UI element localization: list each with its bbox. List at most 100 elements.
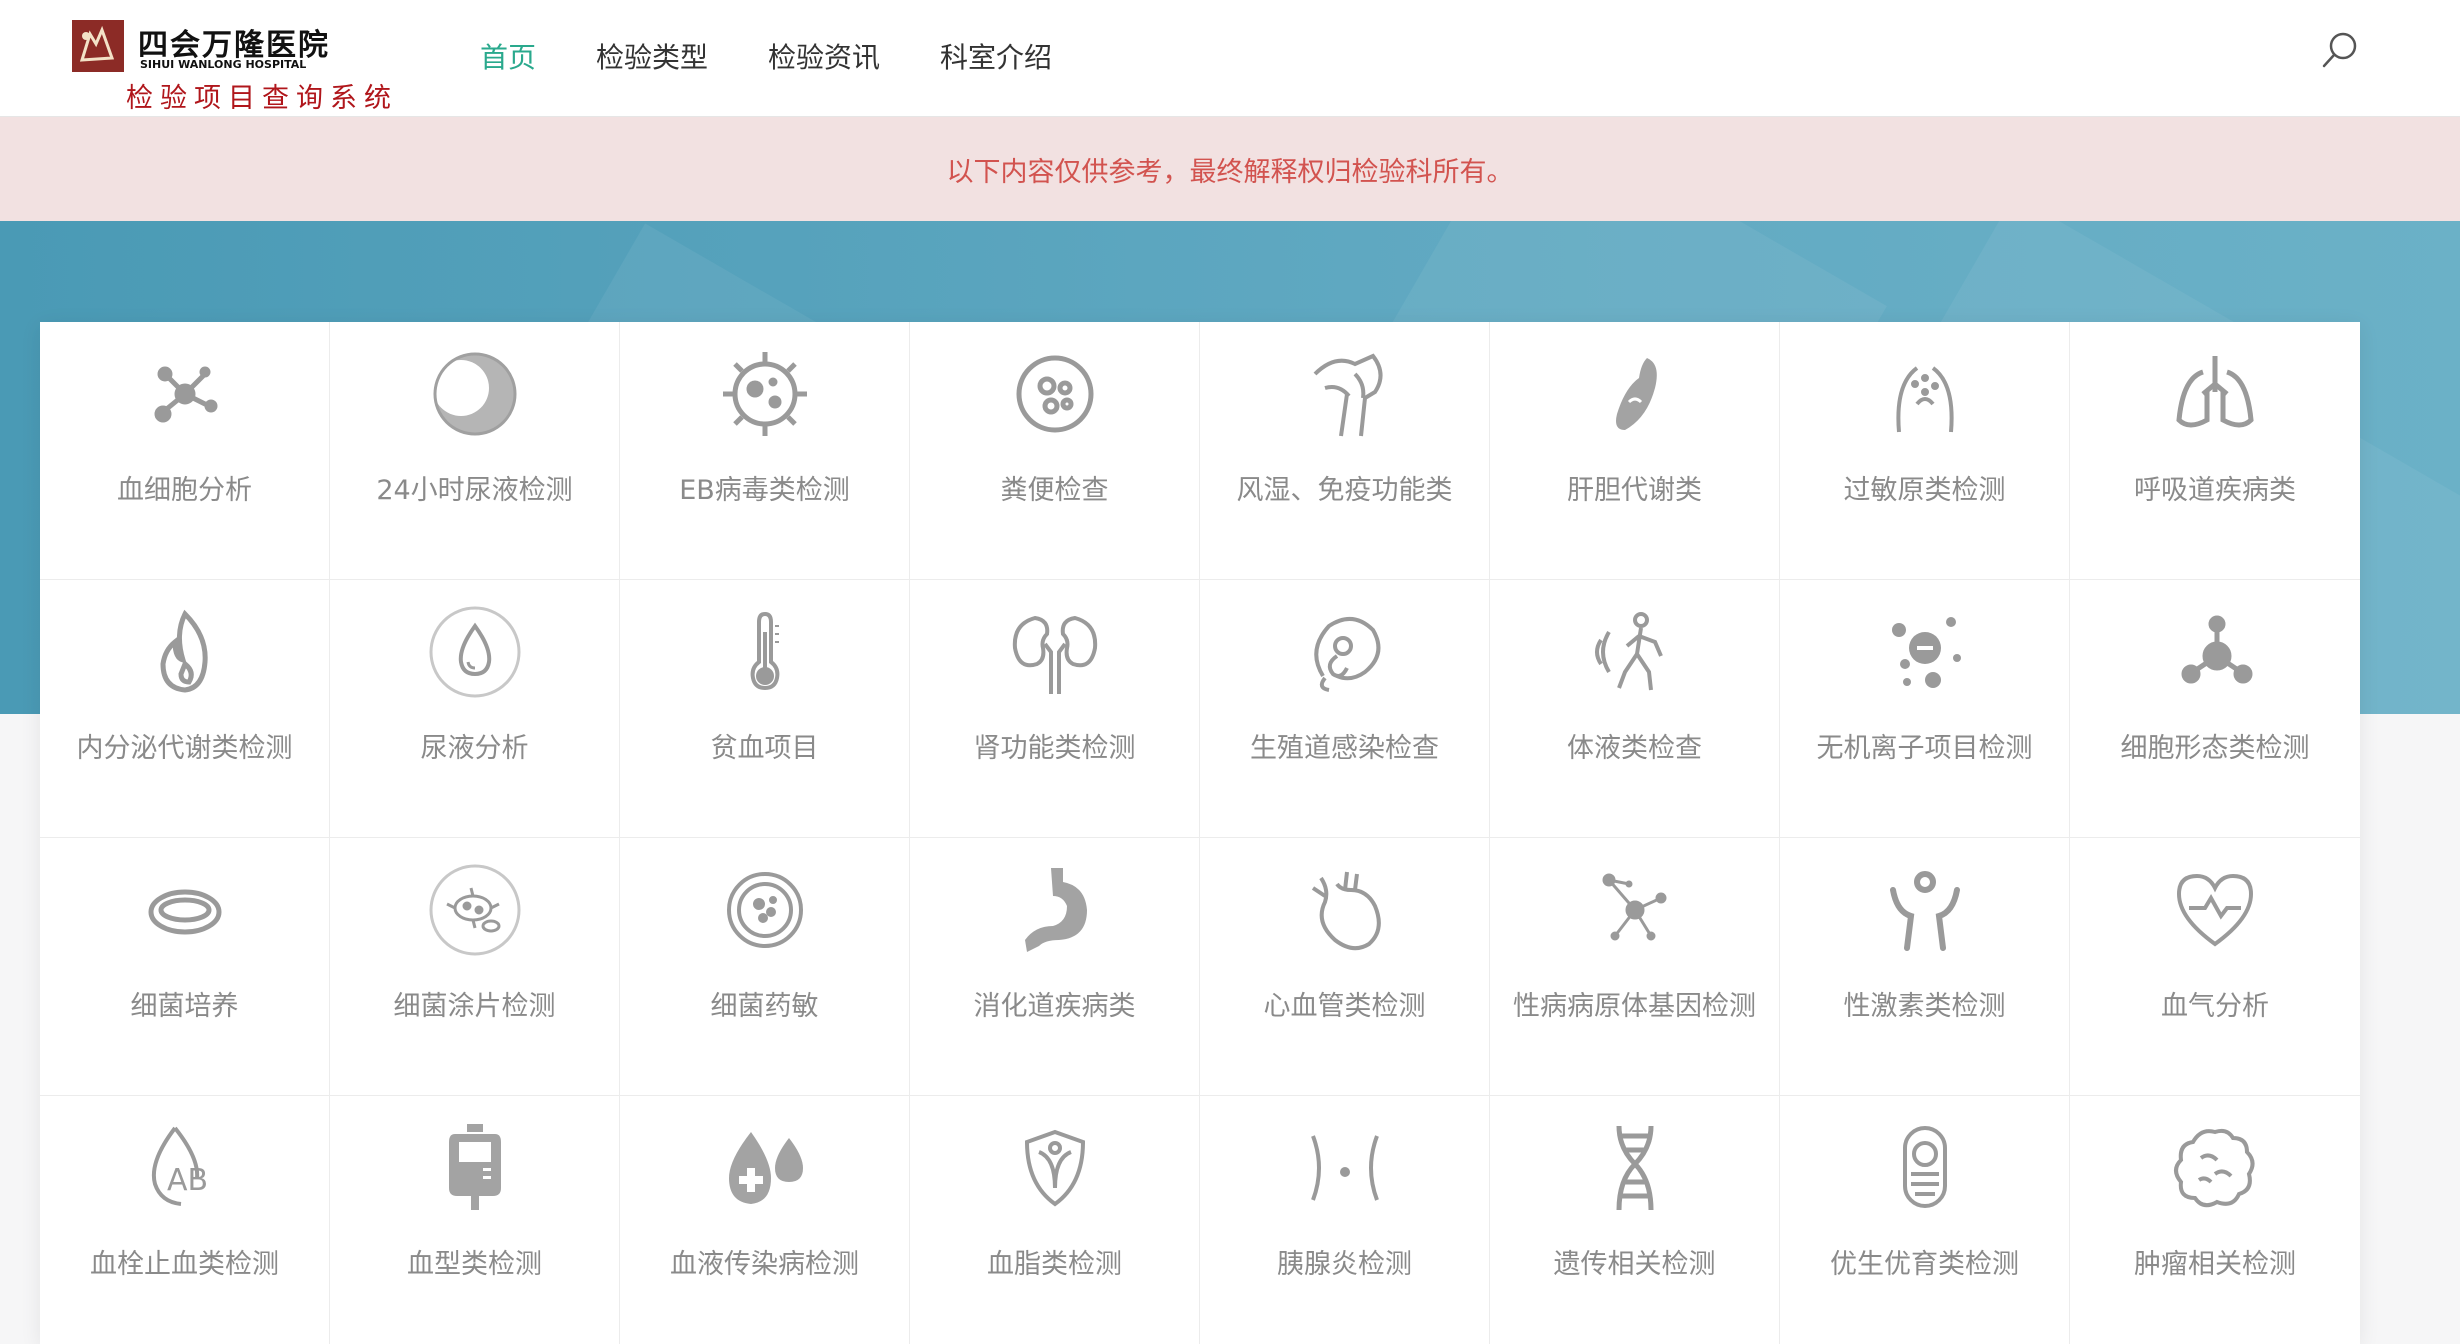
blood-type-ab-icon: AB <box>135 1118 235 1218</box>
category-item[interactable]: 优生优育类检测 <box>1780 1096 2070 1344</box>
kidney-icon <box>1005 602 1105 702</box>
tumor-icon <box>2165 1118 2265 1218</box>
body-fluid-icon <box>1585 602 1685 702</box>
category-label: 性病病原体基因检测 <box>1513 991 1756 1022</box>
category-item[interactable]: 胰腺炎检测 <box>1200 1096 1490 1344</box>
category-label: 肝胆代谢类 <box>1567 475 1702 506</box>
moon-icon <box>425 344 525 444</box>
category-label: 血型类检测 <box>407 1249 542 1280</box>
flame-icon <box>135 602 235 702</box>
joint-icon <box>1295 344 1395 444</box>
category-item[interactable]: 肿瘤相关检测 <box>2070 1096 2360 1344</box>
dna-icon <box>1585 1118 1685 1218</box>
category-label: 细菌培养 <box>130 991 239 1022</box>
category-item[interactable]: 贫血项目 <box>620 580 910 838</box>
category-label: 胰腺炎检测 <box>1277 1249 1412 1280</box>
nav-test-types[interactable]: 检验类型 <box>596 36 708 76</box>
category-item[interactable]: 心血管类检测 <box>1200 838 1490 1096</box>
cell-icon <box>1005 344 1105 444</box>
ion-icon <box>1875 602 1975 702</box>
category-item[interactable]: 肝胆代谢类 <box>1490 322 1780 580</box>
disclaimer-text: 以下内容仅供参考，最终解释权归检验科所有。 <box>946 156 1514 188</box>
category-item[interactable]: 过敏原类检测 <box>1780 322 2070 580</box>
category-label: 粪便检查 <box>1000 475 1109 506</box>
molecule-icon <box>135 344 235 444</box>
heart-pulse-icon <box>2165 860 2265 960</box>
category-label: 血液传染病检测 <box>670 1249 859 1280</box>
cell-morphology-icon <box>2165 602 2265 702</box>
category-label: 心血管类检测 <box>1263 991 1426 1022</box>
liver-icon <box>1585 344 1685 444</box>
category-item[interactable]: 消化道疾病类 <box>910 838 1200 1096</box>
category-label: 优生优育类检测 <box>1830 1249 2019 1280</box>
nav-department-intro[interactable]: 科室介绍 <box>940 36 1052 76</box>
nav-test-news[interactable]: 检验资讯 <box>768 36 880 76</box>
baby-icon <box>1875 1118 1975 1218</box>
category-label: 贫血项目 <box>710 733 819 764</box>
category-item[interactable]: 尿液分析 <box>330 580 620 838</box>
category-item[interactable]: EB病毒类检测 <box>620 322 910 580</box>
test-category-grid: 血细胞分析 24小时尿液检测 EB病毒类检测 粪便检查 风湿、免疫功能类 肝胆代… <box>40 322 2360 1344</box>
category-item[interactable]: 粪便检查 <box>910 322 1200 580</box>
category-label: 细胞形态类检测 <box>2120 733 2310 764</box>
category-item[interactable]: 内分泌代谢类检测 <box>40 580 330 838</box>
category-item[interactable]: 细胞形态类检测 <box>2070 580 2360 838</box>
category-label: 24小时尿液检测 <box>376 475 573 506</box>
top-header: 四会万隆医院 SIHUI WANLONG HOSPITAL 检验项目查询系统 首… <box>0 0 2460 117</box>
petri-dish-icon <box>135 860 235 960</box>
category-label: 无机离子项目检测 <box>1816 733 2033 764</box>
shield-icon <box>1005 1118 1105 1218</box>
category-label: 消化道疾病类 <box>973 991 1136 1022</box>
category-label: 细菌涂片检测 <box>393 991 556 1022</box>
category-item[interactable]: 无机离子项目检测 <box>1780 580 2070 838</box>
category-label: 血栓止血类检测 <box>90 1249 279 1280</box>
heart-organ-icon <box>1295 860 1395 960</box>
lungs-icon <box>2165 344 2265 444</box>
category-item[interactable]: 遗传相关检测 <box>1490 1096 1780 1344</box>
category-item[interactable]: 体液类检查 <box>1490 580 1780 838</box>
category-label: 肿瘤相关检测 <box>2134 1249 2296 1280</box>
thermometer-icon <box>715 602 815 702</box>
allergy-icon <box>1875 344 1975 444</box>
system-name: 检验项目查询系统 <box>126 83 398 114</box>
category-label: 风湿、免疫功能类 <box>1236 475 1453 506</box>
category-item[interactable]: 血液传染病检测 <box>620 1096 910 1344</box>
stomach-icon <box>1005 860 1105 960</box>
category-label: 血细胞分析 <box>117 475 252 506</box>
bacteria-icon <box>425 860 525 960</box>
nav-home[interactable]: 首页 <box>480 36 536 76</box>
disclaimer-banner: 以下内容仅供参考，最终解释权归检验科所有。 <box>0 117 2460 221</box>
category-item[interactable]: 细菌药敏 <box>620 838 910 1096</box>
main-nav: 首页 检验类型 检验资讯 科室介绍 <box>480 36 1112 76</box>
category-item[interactable]: 性激素类检测 <box>1780 838 2070 1096</box>
category-item[interactable]: 血脂类检测 <box>910 1096 1200 1344</box>
category-item[interactable]: 24小时尿液检测 <box>330 322 620 580</box>
bacteria-culture-icon <box>715 860 815 960</box>
category-item[interactable]: 性病病原体基因检测 <box>1490 838 1780 1096</box>
category-item[interactable]: 风湿、免疫功能类 <box>1200 322 1490 580</box>
person-icon <box>1875 860 1975 960</box>
category-item[interactable]: 生殖道感染检查 <box>1200 580 1490 838</box>
category-item[interactable]: 呼吸道疾病类 <box>2070 322 2360 580</box>
category-label: 细菌药敏 <box>710 991 819 1022</box>
category-label: 过敏原类检测 <box>1843 475 2006 506</box>
category-item[interactable]: 细菌涂片检测 <box>330 838 620 1096</box>
category-label: EB病毒类检测 <box>679 475 850 506</box>
hospital-logo[interactable]: 四会万隆医院 SIHUI WANLONG HOSPITAL 检验项目查询系统 <box>72 20 392 114</box>
category-item[interactable]: 肾功能类检测 <box>910 580 1200 838</box>
category-label: 生殖道感染检查 <box>1250 733 1439 764</box>
category-label: 遗传相关检测 <box>1553 1249 1716 1280</box>
category-item[interactable]: AB 血栓止血类检测 <box>40 1096 330 1344</box>
blood-bag-icon <box>425 1118 525 1218</box>
category-label: 肾功能类检测 <box>973 733 1136 764</box>
category-item[interactable]: 血气分析 <box>2070 838 2360 1096</box>
category-item[interactable]: 血细胞分析 <box>40 322 330 580</box>
category-label: 血脂类检测 <box>987 1249 1122 1280</box>
category-item[interactable]: 血型类检测 <box>330 1096 620 1344</box>
category-item[interactable]: 细菌培养 <box>40 838 330 1096</box>
category-label: 体液类检查 <box>1567 733 1702 764</box>
search-icon[interactable] <box>2318 28 2362 72</box>
svg-text:AB: AB <box>167 1163 208 1198</box>
category-label: 尿液分析 <box>420 733 529 764</box>
category-label: 呼吸道疾病类 <box>2134 475 2296 506</box>
